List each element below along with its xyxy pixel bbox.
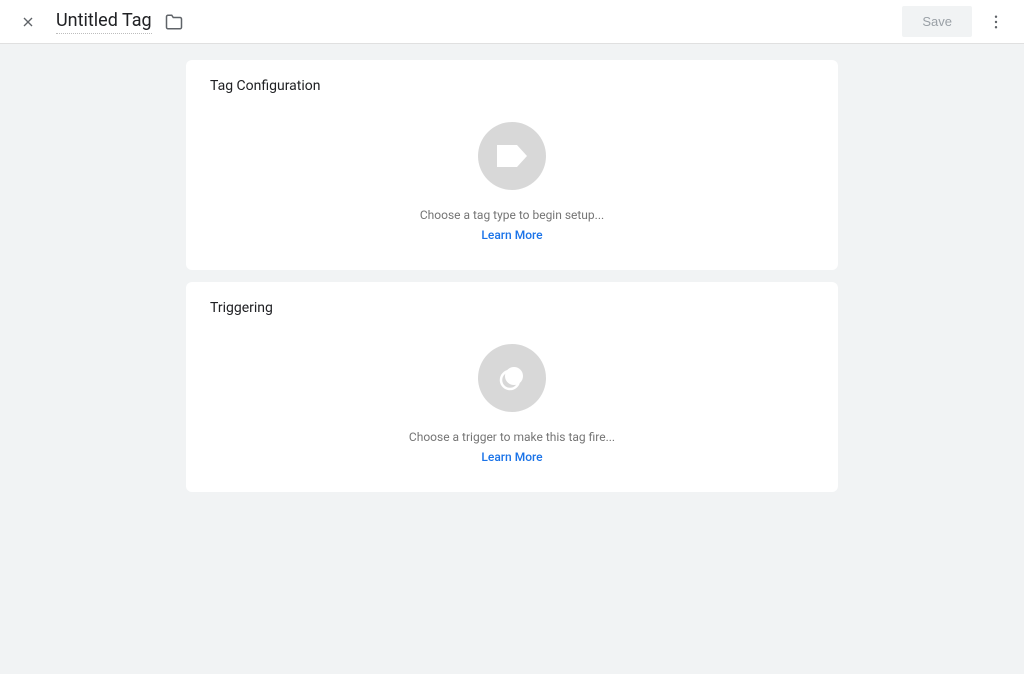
folder-icon	[165, 13, 183, 31]
tag-configuration-learn-more-link[interactable]: Learn More	[481, 228, 542, 242]
editor-content: Tag Configuration Choose a tag type to b…	[0, 44, 1024, 508]
triggering-learn-more-link[interactable]: Learn More	[481, 450, 542, 464]
save-button[interactable]: Save	[902, 6, 972, 37]
editor-header: Untitled Tag Save	[0, 0, 1024, 44]
trigger-icon	[498, 364, 526, 392]
trigger-icon-circle	[478, 344, 546, 412]
triggering-prompt: Choose a trigger to make this tag fire..…	[409, 430, 615, 444]
more-vert-icon	[987, 13, 1005, 31]
tag-icon	[497, 145, 527, 167]
tag-configuration-card[interactable]: Tag Configuration Choose a tag type to b…	[186, 60, 838, 270]
close-button[interactable]	[16, 10, 40, 34]
triggering-body: Choose a trigger to make this tag fire..…	[210, 344, 814, 464]
triggering-card[interactable]: Triggering Choose a trigger to make this…	[186, 282, 838, 492]
more-menu-button[interactable]	[984, 10, 1008, 34]
tag-configuration-body: Choose a tag type to begin setup... Lear…	[210, 122, 814, 242]
tag-configuration-prompt: Choose a tag type to begin setup...	[420, 208, 604, 222]
tag-configuration-title: Tag Configuration	[210, 78, 814, 94]
triggering-title: Triggering	[210, 300, 814, 316]
tag-title[interactable]: Untitled Tag	[56, 10, 152, 34]
tag-type-icon-circle	[478, 122, 546, 190]
close-icon	[20, 14, 36, 30]
folder-button[interactable]	[164, 12, 184, 32]
